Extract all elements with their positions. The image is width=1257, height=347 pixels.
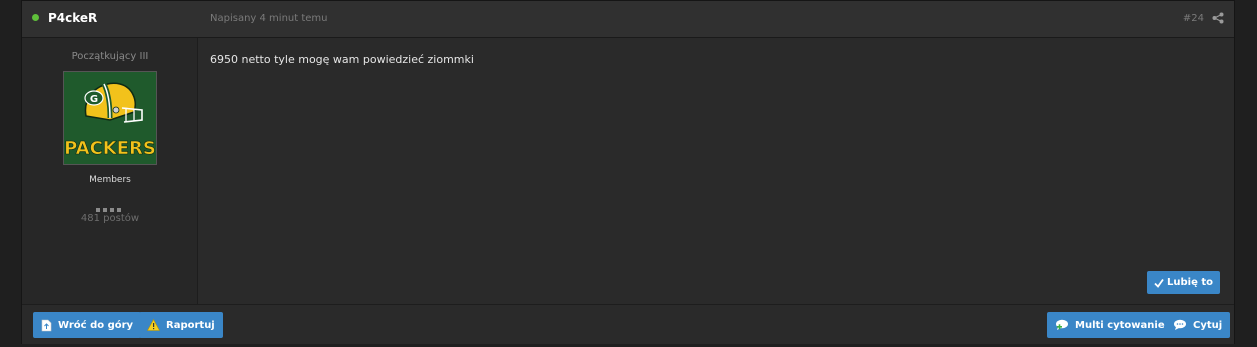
rank-pip (110, 208, 114, 212)
post-header: P4ckeR Napisany 4 minut temu #24 (22, 1, 1234, 38)
multi-quote-button[interactable]: Multi cytowanie (1047, 312, 1173, 338)
speech-bubble-icon (1174, 319, 1186, 330)
rank-pips (96, 197, 126, 212)
back-to-top-label: Wróć do góry (58, 319, 134, 331)
like-button-label: Lubię to (1167, 277, 1213, 288)
rank-pip (117, 208, 121, 212)
quote-button[interactable]: Cytuj (1165, 312, 1231, 338)
multi-quote-label: Multi cytowanie (1075, 319, 1165, 331)
forum-post: P4ckeR Napisany 4 minut temu #24 Początk… (21, 0, 1235, 344)
page-icon (41, 319, 52, 331)
report-label: Raportuj (166, 319, 215, 331)
author-group: Members (89, 175, 131, 185)
rank-pip (103, 208, 107, 212)
author-avatar[interactable]: G PACKERS (63, 71, 157, 165)
like-button[interactable]: Lubię to (1147, 271, 1220, 294)
speech-bubble-plus-icon (1056, 319, 1068, 330)
author-sidebar: Początkujący III G PACKERS Members 481 p… (22, 38, 198, 304)
author-rank: Początkujący III (71, 51, 149, 62)
post-author-name[interactable]: P4ckeR (48, 11, 97, 25)
share-icon[interactable] (1212, 12, 1224, 24)
post-timestamp[interactable]: Napisany 4 minut temu (210, 13, 328, 24)
author-post-count: 481 postów (80, 213, 140, 224)
report-button[interactable]: Raportuj (139, 312, 223, 338)
avatar-monogram: G (90, 94, 98, 105)
quote-label: Cytuj (1193, 319, 1223, 331)
post-footer: Wróć do góry Raportuj Multi cytowanie Cy… (22, 304, 1234, 344)
post-content: 6950 netto tyle mogę wam powiedzieć ziom… (210, 53, 474, 66)
rank-pip (96, 208, 100, 212)
online-status-icon (32, 14, 39, 21)
back-to-top-button[interactable]: Wróć do góry (33, 312, 142, 338)
warning-icon (147, 319, 160, 331)
avatar-wordmark: PACKERS (64, 138, 156, 159)
post-number-link[interactable]: #24 (1183, 13, 1204, 24)
check-icon (1154, 278, 1164, 288)
packers-logo-icon: G PACKERS (64, 72, 156, 164)
